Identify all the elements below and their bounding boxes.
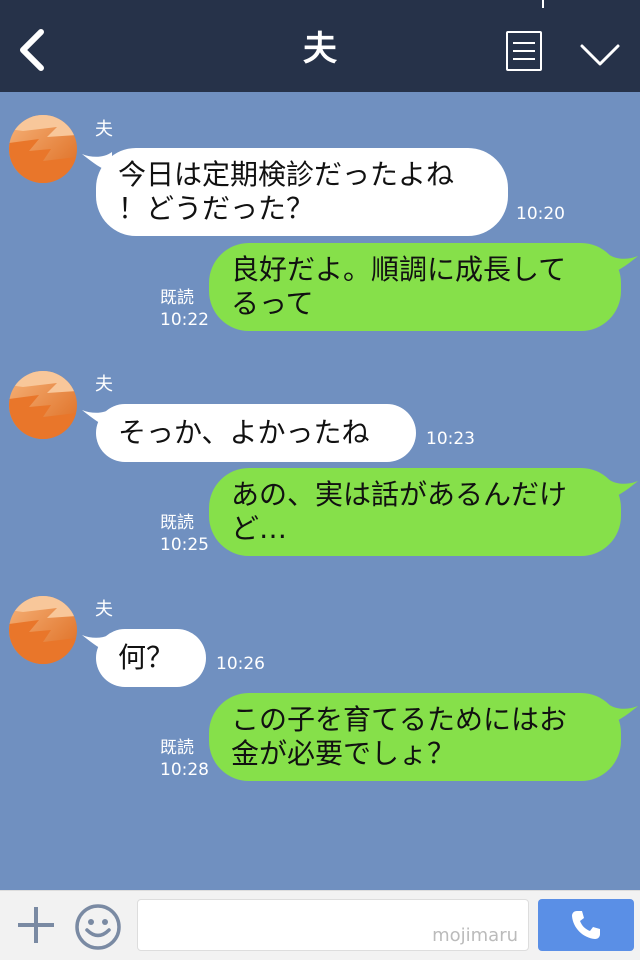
message-text: この子を育てるためにはお 金が必要でしょ？ <box>231 703 568 770</box>
bubble-tail <box>608 254 638 274</box>
status-indicator <box>542 0 544 8</box>
message-bubble-outgoing[interactable]: 良好だよ。順調に成長して るって <box>209 243 621 331</box>
chat-title: 夫 <box>303 29 337 69</box>
avatar-image <box>9 371 77 439</box>
watermark: mojimaru <box>432 925 518 946</box>
message-list[interactable]: 夫 今日は定期検診だったよね ！どうだった？ 10:20 既読 10:22 良好… <box>0 92 640 890</box>
message-text: 何？ <box>118 641 175 674</box>
chevron-down-icon <box>580 44 620 66</box>
menu-button[interactable] <box>506 31 542 71</box>
menu-icon <box>513 42 535 44</box>
avatar[interactable] <box>9 115 77 183</box>
message-time: 10:28 <box>160 760 209 780</box>
avatar[interactable] <box>9 371 77 439</box>
message-time: 10:22 <box>160 310 209 330</box>
read-receipt: 既読 <box>160 513 194 533</box>
avatar-image <box>9 115 77 183</box>
collapse-button[interactable] <box>576 38 624 72</box>
avatar[interactable] <box>9 596 77 664</box>
smiley-icon <box>75 904 121 950</box>
message-text: そっか、よかったね <box>118 416 370 449</box>
sender-name: 夫 <box>95 119 113 140</box>
message-input[interactable]: mojimaru <box>137 899 529 951</box>
chat-header: 夫 <box>0 0 640 92</box>
sender-name: 夫 <box>95 599 113 620</box>
avatar-image <box>9 596 77 664</box>
message-bubble-incoming[interactable]: 今日は定期検診だったよね ！どうだった？ <box>96 148 508 236</box>
message-time: 10:23 <box>426 429 475 449</box>
message-bubble-outgoing[interactable]: この子を育てるためにはお 金が必要でしょ？ <box>209 693 621 781</box>
read-receipt: 既読 <box>160 738 194 758</box>
message-text: 良好だよ。順調に成長して るって <box>231 253 567 320</box>
message-text: 今日は定期検診だったよね ！どうだった？ <box>118 158 455 225</box>
sender-name: 夫 <box>95 374 113 395</box>
message-bubble-incoming[interactable]: そっか、よかったね <box>96 404 416 462</box>
phone-icon <box>572 911 600 939</box>
bubble-tail <box>608 479 638 499</box>
read-receipt: 既読 <box>160 288 194 308</box>
plus-icon <box>18 907 54 943</box>
message-bubble-incoming[interactable]: 何？ <box>96 629 206 687</box>
bubble-tail <box>608 704 638 724</box>
message-time: 10:26 <box>216 654 265 674</box>
emoji-button[interactable] <box>74 903 122 951</box>
add-button[interactable] <box>14 903 58 947</box>
input-bar: mojimaru <box>0 890 640 960</box>
call-button[interactable] <box>538 899 634 951</box>
message-time: 10:25 <box>160 535 209 555</box>
message-bubble-outgoing[interactable]: あの、実は話があるんだけ ど… <box>209 468 621 556</box>
message-time: 10:20 <box>516 204 565 224</box>
message-text: あの、実は話があるんだけ ど… <box>231 478 568 545</box>
